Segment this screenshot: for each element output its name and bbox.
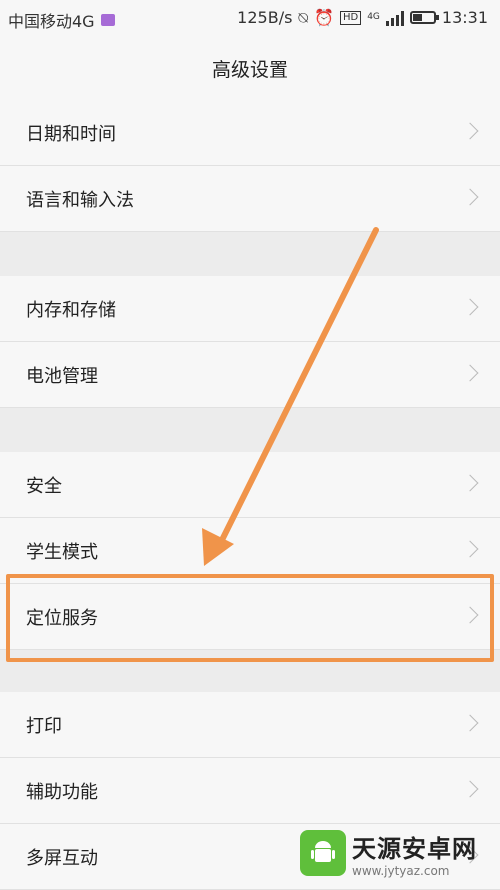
watermark-text: 天源安卓网 www.jytyaz.com: [352, 829, 477, 878]
annotation-arrow: [202, 227, 379, 566]
watermark-title: 天源安卓网: [352, 834, 477, 863]
watermark-url: www.jytyaz.com: [352, 863, 450, 878]
android-logo-icon: [300, 830, 346, 876]
watermark: 天源安卓网 www.jytyaz.com: [300, 820, 495, 886]
